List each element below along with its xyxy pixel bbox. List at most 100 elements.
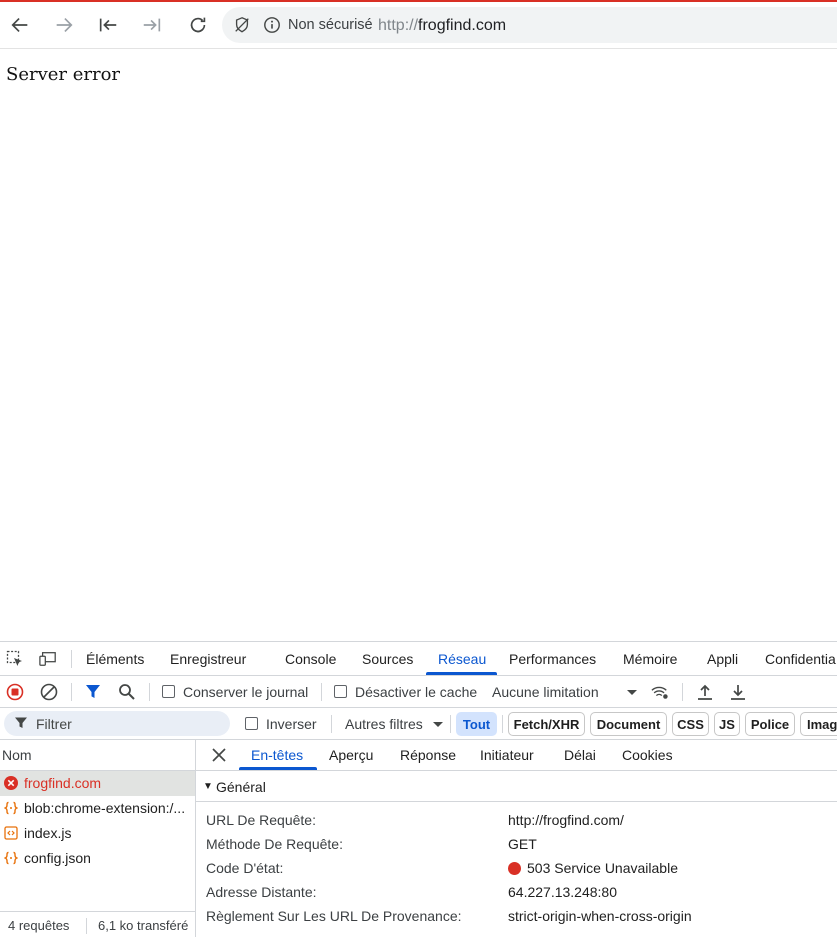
error-circle-icon (4, 776, 18, 790)
filter-input[interactable] (36, 714, 216, 734)
status-separator (86, 918, 87, 934)
tab-elements[interactable]: Éléments (86, 651, 144, 667)
url-scheme: http:// (378, 17, 419, 34)
filter-bar: Inverser Autres filtres Tout Fetch/XHR D… (0, 708, 837, 740)
tab-initiator[interactable]: Initiateur (480, 747, 534, 763)
tab-sources[interactable]: Sources (362, 651, 413, 667)
close-icon[interactable] (210, 746, 228, 764)
tab-headers[interactable]: En-têtes (251, 747, 303, 763)
tab-performance[interactable]: Performances (509, 651, 596, 667)
header-value-referrer-policy: strict-origin-when-cross-origin (508, 908, 692, 924)
info-icon[interactable] (262, 15, 282, 35)
header-key-method: Méthode De Requête: (206, 836, 343, 852)
header-key-status-code: Code D'état: (206, 860, 284, 876)
search-button[interactable] (117, 682, 137, 702)
page-error-text: Server error (6, 64, 121, 85)
active-tab-indicator (426, 672, 497, 675)
filter-chip-font[interactable]: Police (745, 712, 795, 736)
address-bar[interactable]: Non sécurisé http://frogfind.com (222, 7, 837, 43)
header-key-request-url: URL De Requête: (206, 812, 316, 828)
request-details-tabs: En-têtes Aperçu Réponse Initiateur Délai… (196, 740, 837, 771)
name-column-header[interactable]: Nom (2, 747, 32, 763)
disable-cache-label: Désactiver le cache (355, 684, 478, 700)
url-text[interactable]: http://frogfind.com (378, 17, 506, 35)
last-page-button[interactable] (138, 11, 166, 39)
toolbar-separator (682, 683, 683, 701)
tab-privacy[interactable]: Confidentia (765, 651, 836, 667)
filter-chip-all[interactable]: Tout (456, 712, 497, 736)
expand-triangle-icon: ▼ (203, 781, 213, 792)
more-filters-dropdown[interactable]: Autres filtres (345, 716, 423, 732)
header-value-request-url: http://frogfind.com/ (508, 812, 624, 828)
tab-recorder[interactable]: Enregistreur (170, 651, 246, 667)
skip-to-end-icon (143, 18, 161, 32)
script-icon (4, 826, 18, 840)
chip-separator (502, 715, 503, 733)
tab-preview[interactable]: Aperçu (329, 747, 373, 763)
tab-network[interactable]: Réseau (438, 651, 486, 667)
request-name: frogfind.com (24, 775, 102, 791)
filter-field[interactable] (4, 711, 230, 736)
request-name: blob:chrome-extension:/... (24, 800, 186, 816)
back-button[interactable] (6, 11, 34, 39)
request-row[interactable]: index.js (0, 821, 195, 846)
browser-toolbar: Non sécurisé http://frogfind.com (0, 2, 837, 49)
status-code-text: 503 Service Unavailable (527, 860, 678, 876)
tab-response[interactable]: Réponse (400, 747, 456, 763)
security-status-label[interactable]: Non sécurisé (288, 17, 373, 33)
inspect-element-icon[interactable] (5, 649, 25, 669)
toolbar-separator (450, 715, 451, 733)
download-icon (731, 685, 745, 700)
request-list: frogfind.com blob:chrome-extension:/... … (0, 771, 196, 911)
preserve-log-label: Conserver le journal (183, 684, 309, 700)
section-title: Général (216, 779, 266, 795)
preserve-log-checkbox[interactable] (162, 685, 175, 698)
filter-chip-image[interactable]: Imag (800, 712, 837, 736)
throttling-select[interactable]: Aucune limitation (492, 684, 599, 700)
upload-icon (698, 684, 712, 700)
export-har-button[interactable] (728, 682, 748, 702)
tab-separator (71, 650, 72, 668)
stop-recording-button[interactable] (5, 682, 25, 702)
tab-console[interactable]: Console (285, 651, 336, 667)
network-conditions-icon[interactable] (650, 682, 670, 702)
request-row[interactable]: blob:chrome-extension:/... (0, 796, 195, 821)
tracking-protection-icon[interactable] (232, 15, 252, 35)
tab-application[interactable]: Appli (707, 651, 738, 667)
active-detail-tab-indicator (239, 767, 317, 770)
filter-funnel-icon (15, 717, 27, 728)
toolbar-separator (321, 683, 322, 701)
tab-timing[interactable]: Délai (564, 747, 596, 763)
request-name: config.json (24, 850, 91, 866)
filter-chip-fetch-xhr[interactable]: Fetch/XHR (508, 712, 585, 736)
filter-toggle-button[interactable] (83, 682, 103, 702)
filter-chip-js[interactable]: JS (714, 712, 740, 736)
reload-icon (190, 17, 206, 33)
chevron-down-icon[interactable] (622, 682, 642, 702)
invert-checkbox[interactable] (245, 717, 258, 730)
request-row[interactable]: frogfind.com (0, 771, 195, 796)
tab-memory[interactable]: Mémoire (623, 651, 677, 667)
devtools-tab-bar: Éléments Enregistreur Console Sources Ré… (0, 642, 837, 676)
general-section-header[interactable]: ▼ Général (196, 772, 837, 802)
reload-button[interactable] (184, 11, 212, 39)
toolbar-separator (71, 683, 72, 701)
tab-cookies[interactable]: Cookies (622, 747, 673, 763)
transferred-size: 6,1 ko transféré (98, 918, 189, 933)
json-braces-icon (4, 801, 18, 815)
chevron-down-icon[interactable] (428, 714, 448, 734)
header-key-referrer-policy: Règlement Sur Les URL De Provenance: (206, 908, 462, 924)
clear-button[interactable] (39, 682, 59, 702)
import-har-button[interactable] (695, 682, 715, 702)
request-row[interactable]: config.json (0, 846, 195, 871)
disable-cache-checkbox[interactable] (334, 685, 347, 698)
forward-button[interactable] (50, 11, 78, 39)
filter-chip-document[interactable]: Document (590, 712, 667, 736)
request-count: 4 requêtes (8, 918, 70, 933)
filter-chip-css[interactable]: CSS (672, 712, 709, 736)
toolbar-separator (149, 683, 150, 701)
device-toolbar-icon[interactable] (38, 649, 58, 669)
request-list-header: Nom (0, 740, 196, 771)
first-page-button[interactable] (94, 11, 122, 39)
arrow-left-icon (11, 17, 28, 33)
